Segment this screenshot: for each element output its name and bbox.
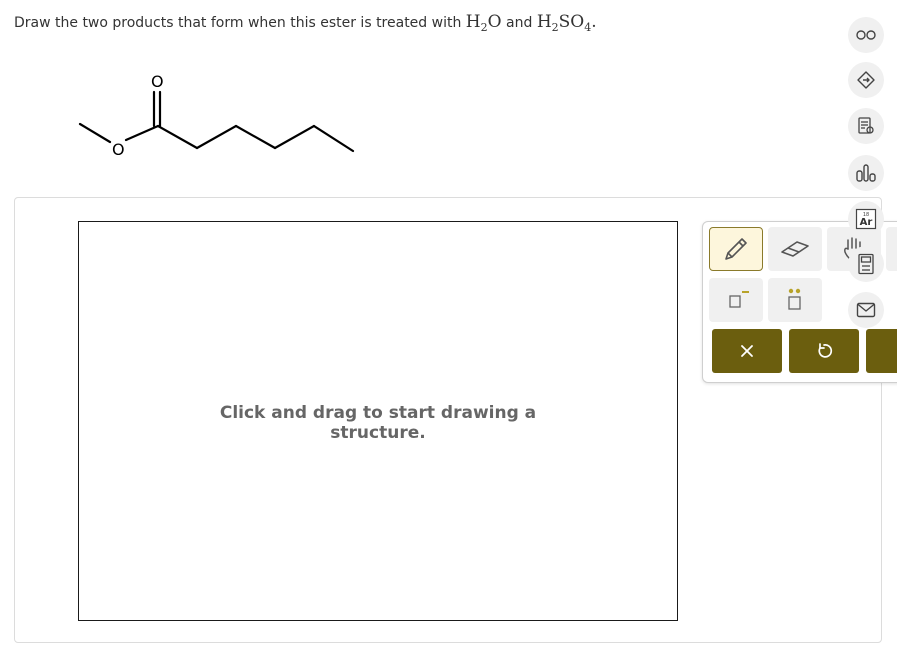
canvas-hint: Click and drag to start drawing a struct… <box>79 403 677 443</box>
redo-button[interactable] <box>866 329 897 373</box>
periodic-element-icon: 18 Ar <box>855 208 877 230</box>
clear-button[interactable] <box>712 329 782 373</box>
reagent-water: H2O <box>465 12 502 34</box>
charge-icon <box>729 291 749 308</box>
message-button[interactable] <box>848 292 884 328</box>
chain-bond-4 <box>273 124 316 150</box>
tag-icon <box>857 71 875 89</box>
periodic-table-button[interactable]: 18 Ar <box>848 201 884 237</box>
bond-tool-button[interactable] <box>848 17 884 53</box>
drawing-canvas[interactable]: Click and drag to start drawing a struct… <box>78 221 678 621</box>
chain-bond-5 <box>312 124 355 153</box>
calculator-icon <box>858 253 874 275</box>
charge-tool[interactable] <box>709 278 763 322</box>
methyl-bond <box>78 122 112 144</box>
calculator-button[interactable] <box>848 246 884 282</box>
undo-icon <box>818 343 833 358</box>
hint-tag-button[interactable] <box>848 62 884 98</box>
mail-icon <box>856 302 876 318</box>
chart-button[interactable] <box>848 155 884 191</box>
chain-bond-2 <box>195 124 238 150</box>
ester-molecule: O O <box>78 72 355 159</box>
chain-bond-3 <box>234 124 277 150</box>
close-icon <box>741 345 753 357</box>
document-search-icon <box>858 117 874 134</box>
more-tool[interactable] <box>886 227 897 271</box>
reagent-sulfuric-acid: H2SO4. <box>536 12 597 34</box>
notes-button[interactable] <box>848 108 884 144</box>
question-conjunction: and <box>506 15 533 31</box>
ester-oxygen-label: O <box>112 140 125 159</box>
ester-oxygen-bond <box>124 124 160 142</box>
undo-button[interactable] <box>789 329 859 373</box>
infinity-icon <box>856 30 876 40</box>
chain-bond-1 <box>156 124 199 150</box>
eraser-icon <box>781 241 809 257</box>
eraser-tool[interactable] <box>768 227 822 271</box>
question-prompt: Draw the two products that form when thi… <box>14 15 462 31</box>
canvas-hint-line1: Click and drag to start drawing a <box>219 403 537 423</box>
periodic-element-symbol: Ar <box>860 217 873 228</box>
pencil-tool[interactable] <box>709 227 763 271</box>
carbonyl-oxygen-label: O <box>151 72 164 91</box>
lone-pair-icon <box>788 288 801 310</box>
lone-pair-tool[interactable] <box>768 278 822 322</box>
question-text: Draw the two products that form when thi… <box>14 12 597 34</box>
canvas-hint-line2: structure. <box>330 423 426 443</box>
bar-chart-icon <box>856 164 876 182</box>
pencil-icon <box>725 238 747 260</box>
